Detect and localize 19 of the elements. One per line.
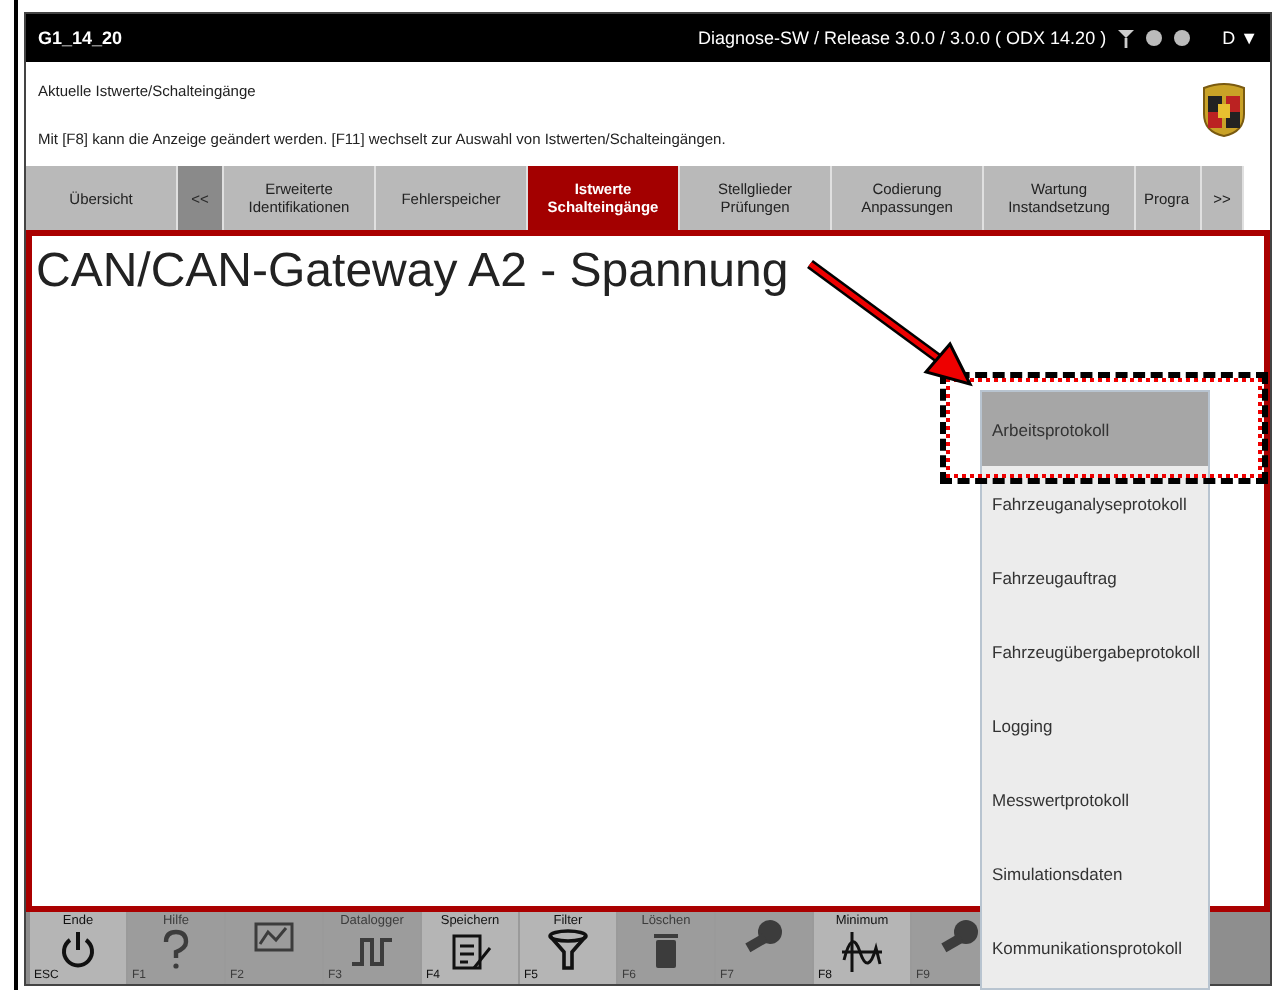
funnel-icon — [544, 928, 592, 972]
window-title: G1_14_20 — [38, 28, 123, 48]
menu-item[interactable]: Simulationsdaten — [982, 836, 1208, 910]
measurement-heading: CAN/CAN-Gateway A2 - Spannung — [36, 244, 791, 300]
status-dot-icon — [1174, 30, 1191, 46]
crest-logo-icon — [1202, 82, 1246, 138]
antenna-icon — [1118, 29, 1135, 47]
tool-icon — [936, 914, 984, 958]
menu-item[interactable]: Logging — [982, 688, 1208, 762]
menu-item[interactable]: Messwertprotokoll — [982, 762, 1208, 836]
version-text: Diagnose-SW / Release 3.0.0 / 3.0.0 ( ODX 14.20 ) — [697, 28, 1107, 48]
menu-item[interactable]: Fahrzeuganalyseprotokoll — [982, 466, 1208, 540]
wave-icon — [838, 928, 886, 972]
menu-item[interactable]: Fahrzeugauftrag — [982, 540, 1208, 614]
menu-item[interactable]: Fahrzeugübergabeprotokoll — [982, 614, 1208, 688]
status-dot-icon — [1146, 30, 1163, 46]
menu-item[interactable]: Arbeitsprotokoll — [982, 392, 1208, 466]
tool-icon — [740, 914, 788, 958]
language-dropdown[interactable]: D ▼ — [1222, 28, 1258, 48]
